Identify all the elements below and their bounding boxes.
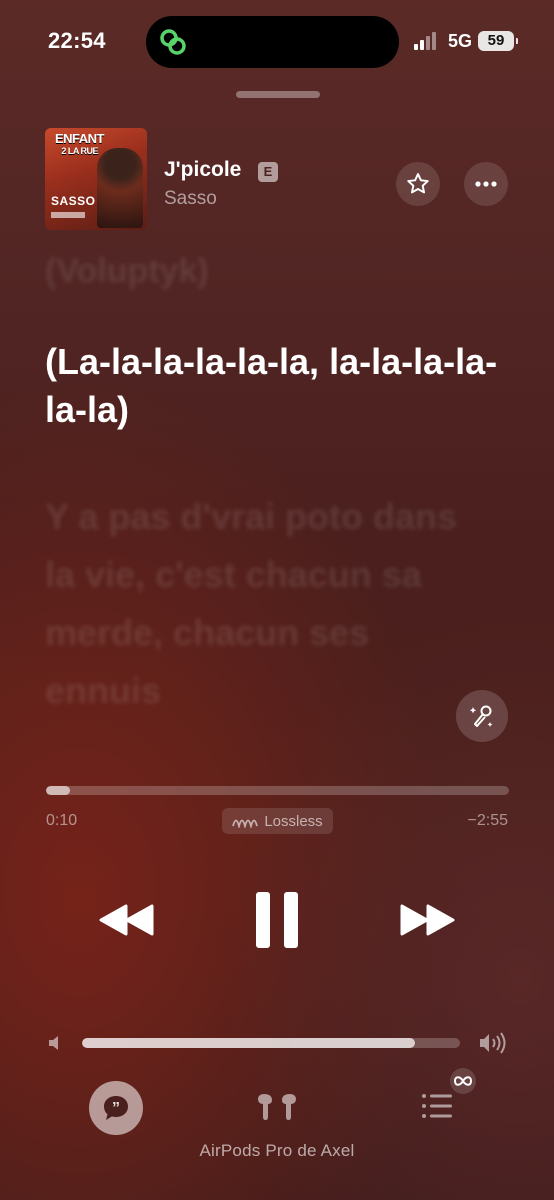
lossless-label: Lossless [264, 812, 323, 830]
pause-button[interactable] [252, 888, 302, 957]
list-icon [422, 1094, 452, 1118]
volume-slider[interactable] [82, 1038, 460, 1048]
previous-track-button[interactable] [98, 900, 156, 945]
playback-progress-fill [46, 786, 71, 795]
autoplay-infinity-badge[interactable] [450, 1068, 476, 1094]
lossless-badge[interactable]: Lossless [222, 808, 333, 834]
lyric-line-current[interactable]: (La-la-la-la-la-la, la-la-la-la-la-la) [45, 338, 515, 434]
volume-low-icon [46, 1034, 64, 1057]
forward-icon [400, 904, 455, 936]
volume-level-fill [82, 1038, 415, 1048]
lyric-line-next[interactable]: Y a pas d'vrai poto dans la vie, c'est c… [45, 488, 485, 720]
star-icon [407, 173, 429, 194]
pause-icon [256, 892, 298, 948]
dynamic-island[interactable] [146, 16, 399, 68]
playback-scrubber[interactable] [46, 786, 509, 795]
artwork-artist: SASSO [51, 194, 96, 208]
next-track-button[interactable] [398, 900, 456, 945]
explicit-badge: E [258, 162, 278, 182]
album-artwork[interactable]: ENFANT 2 LA RUE SASSO [45, 128, 147, 230]
song-title[interactable]: J'picole [164, 158, 241, 182]
lossless-wave-icon [232, 819, 259, 828]
microphone-sparkle-icon [469, 705, 493, 727]
lyrics-button[interactable]: ” [89, 1081, 143, 1135]
artwork-figure [97, 148, 143, 228]
artwork-label-bar [51, 212, 85, 218]
output-device-label[interactable]: AirPods Pro de Axel [0, 1141, 554, 1161]
airplay-airpods-button[interactable] [256, 1090, 298, 1127]
infinity-icon [453, 1076, 473, 1086]
signal-icon [414, 30, 440, 50]
quote-bubble-icon: ” [104, 1096, 128, 1120]
airpods-icon [258, 1094, 296, 1120]
svg-text:”: ” [112, 1100, 120, 1117]
artwork-title: ENFANT 2 LA RUE [55, 131, 105, 156]
battery-indicator: 59 [478, 31, 518, 51]
volume-high-icon [478, 1031, 508, 1060]
ellipsis-icon [475, 181, 497, 187]
sheet-grabber[interactable] [236, 91, 320, 98]
remaining-time: −2:55 [467, 812, 508, 829]
backward-icon [99, 904, 154, 936]
artist-name[interactable]: Sasso [164, 188, 217, 210]
elapsed-time: 0:10 [46, 812, 78, 829]
queue-button[interactable] [420, 1092, 454, 1125]
sing-mode-button[interactable] [456, 690, 508, 742]
network-type: 5G [448, 31, 473, 51]
link-activity-icon [160, 29, 186, 55]
status-time: 22:54 [48, 28, 106, 53]
favorite-button[interactable] [396, 162, 440, 206]
more-options-button[interactable] [464, 162, 508, 206]
lyric-line-previous[interactable]: (Voluptyk) [45, 252, 209, 291]
